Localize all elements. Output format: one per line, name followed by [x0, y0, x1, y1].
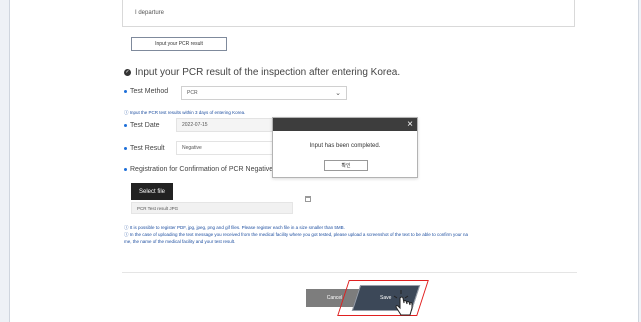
- test-method-label: Test Method: [124, 88, 168, 95]
- bullet-icon: [124, 124, 127, 127]
- test-result-label-text: Test Result: [130, 145, 165, 152]
- note-line-3: me, the name of the medical facility and…: [124, 239, 236, 244]
- bullet-icon: [124, 147, 127, 150]
- section-title: ✓ Input your PCR result of the inspectio…: [124, 67, 400, 78]
- date-hint-text: Input the PCR test results within 3 days…: [129, 110, 246, 115]
- select-file-button[interactable]: Select file: [131, 183, 173, 200]
- bullet-icon: [124, 90, 127, 93]
- modal-confirm-label: 확인: [341, 163, 351, 169]
- trash-icon[interactable]: [305, 196, 311, 202]
- test-method-select[interactable]: PCR ⌄: [181, 86, 347, 100]
- test-date-value: 2022-07-15: [182, 122, 208, 128]
- test-result-label: Test Result: [124, 145, 165, 152]
- cancel-label: Cancel: [326, 295, 343, 301]
- select-file-label: Select file: [138, 188, 165, 195]
- date-hint: ⓘ Input the PCR test results within 3 da…: [124, 110, 245, 116]
- note-line-2-text: In the case of uploading the text messag…: [129, 232, 468, 237]
- test-method-label-text: Test Method: [130, 88, 169, 95]
- hand-cursor-icon: [393, 290, 413, 316]
- test-method-value: PCR: [187, 90, 198, 96]
- test-result-value: Negative: [182, 145, 202, 151]
- file-name-text: PCR Test result JPG: [137, 205, 179, 211]
- departure-field[interactable]: I departure: [122, 0, 575, 27]
- note-line-1-text: It is possible to register PDF, jpg, jpe…: [129, 225, 345, 230]
- modal-confirm-button[interactable]: 확인: [324, 160, 368, 171]
- input-pcr-result-label: Input your PCR result: [155, 41, 203, 47]
- close-icon[interactable]: ×: [407, 119, 413, 130]
- input-pcr-result-button[interactable]: Input your PCR result: [131, 37, 227, 51]
- registration-label-text: Registration for Confirmation of PCR Neg…: [130, 166, 274, 173]
- test-date-label-text: Test Date: [130, 122, 160, 129]
- file-name-field: PCR Test result JPG: [131, 202, 293, 214]
- bullet-icon: [124, 168, 127, 171]
- modal-message: Input has been completed.: [309, 143, 381, 149]
- modal-header: ×: [273, 118, 417, 131]
- upload-notes: ⓘ It is possible to register PDF, jpg, j…: [124, 224, 564, 245]
- note-line-2: ⓘ In the case of uploading the text mess…: [124, 231, 564, 238]
- note-line-1: ⓘ It is possible to register PDF, jpg, j…: [124, 224, 564, 231]
- checkmark-icon: ✓: [124, 69, 131, 76]
- section-title-text: Input your PCR result of the inspection …: [135, 67, 401, 78]
- departure-field-text: I departure: [135, 10, 165, 16]
- registration-label: Registration for Confirmation of PCR Neg…: [124, 166, 273, 173]
- divider: [122, 272, 577, 273]
- chevron-down-icon: ⌄: [335, 90, 341, 97]
- completion-modal: × Input has been completed. 확인: [272, 117, 418, 178]
- test-date-label: Test Date: [124, 122, 160, 129]
